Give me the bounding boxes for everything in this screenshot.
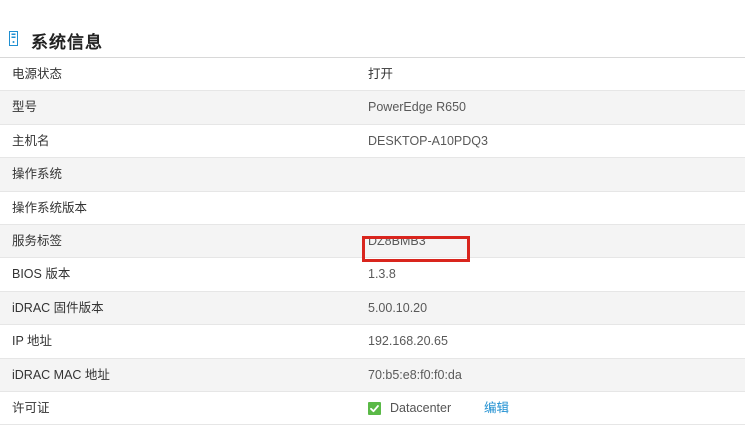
row-value: 打开 [368,67,394,81]
row-label: 主机名 [12,133,50,148]
row-label: 服务标签 [12,233,63,248]
license-value: Datacenter [390,400,452,415]
row-idrac-mac: iDRAC MAC 地址 70:b5:e8:f0:f0:da [0,358,745,392]
row-ip-address: IP 地址 192.168.20.65 [0,325,745,359]
row-label: 许可证 [12,400,50,415]
row-label: 电源状态 [12,67,63,81]
row-value: PowerEdge R650 [368,100,466,115]
row-value: DESKTOP-A10PDQ3 [368,133,488,148]
row-value: 70:b5:e8:f0:f0:da [368,367,462,382]
row-label: BIOS 版本 [12,267,71,282]
checkmark-icon [368,401,381,415]
row-label: 操作系统版本 [12,200,88,215]
row-model: 型号 PowerEdge R650 [0,91,745,125]
section-header: 系统信息 [0,25,745,57]
row-label: IP 地址 [12,334,53,349]
row-idrac-firmware: iDRAC 固件版本 5.00.10.20 [0,291,745,326]
row-power-state: 电源状态 打开 [0,58,745,92]
section-title: 系统信息 [31,33,103,52]
row-value: 1.3.8 [368,267,396,282]
row-label: iDRAC MAC 地址 [12,367,110,382]
row-bios-version: BIOS 版本 1.3.8 [0,258,745,292]
row-hostname: 主机名 DESKTOP-A10PDQ3 [0,125,745,159]
row-value: 5.00.10.20 [368,300,428,315]
system-info-panel: 系统信息 电源状态 打开 型号 PowerEdge R650 主机名 DESKT… [0,0,745,425]
row-label: 操作系统 [12,167,63,182]
row-label: iDRAC 固件版本 [12,300,104,315]
server-icon [9,31,18,46]
edit-license-link[interactable]: 编辑 [484,392,509,425]
row-os: 操作系统 [0,158,745,192]
row-value: 192.168.20.65 [368,334,448,349]
row-label: 型号 [12,100,38,115]
highlight-annotation [362,236,470,262]
row-os-version: 操作系统版本 [0,192,745,225]
row-license: 许可证 Datacenter 编辑 [0,392,745,425]
